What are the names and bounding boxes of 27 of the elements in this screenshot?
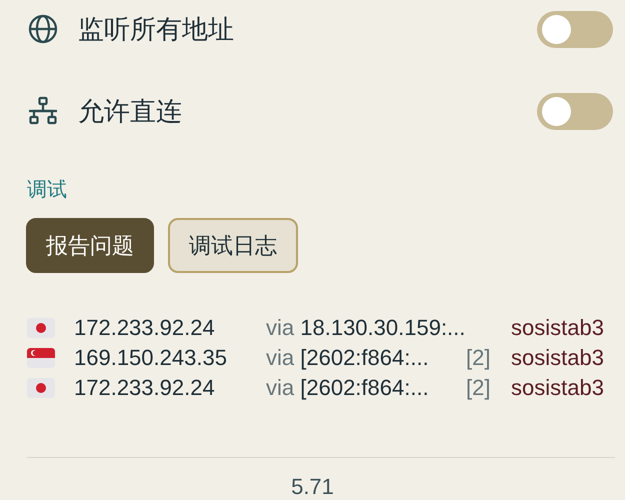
via-label: via (266, 375, 294, 400)
relay-address: [2602:f864:... (300, 375, 429, 400)
flag-icon (27, 318, 55, 338)
protocol-label: sosistab3 (511, 315, 605, 341)
protocol-label: sosistab3 (511, 375, 605, 401)
ip-address: 172.233.92.24 (74, 315, 216, 341)
relay-address: [2602:f864:... (300, 345, 429, 370)
flag-icon (27, 378, 55, 398)
report-button[interactable]: 报告问题 (26, 218, 154, 273)
hop-count: [2] (466, 345, 492, 371)
ip-address: 169.150.243.35 (74, 345, 228, 371)
via-label: via (266, 315, 294, 340)
globe-icon (27, 13, 59, 45)
setting-label: 监听所有地址 (78, 12, 235, 46)
flag-icon (27, 348, 55, 368)
section-title: 调试 (27, 178, 67, 203)
setting-label: 允许直连 (78, 94, 183, 128)
hop-count: [2] (466, 375, 492, 401)
ip-address: 172.233.92.24 (74, 375, 216, 401)
via-label: via (266, 345, 294, 370)
network-icon (27, 95, 59, 127)
version-text: 5.71 (290, 474, 335, 500)
relay-address: 18.130.30.159:... (300, 315, 466, 340)
toggle-switch[interactable] (537, 92, 613, 130)
protocol-label: sosistab3 (511, 345, 605, 371)
log-button[interactable]: 调试日志 (168, 218, 298, 273)
toggle-switch[interactable] (537, 10, 613, 48)
